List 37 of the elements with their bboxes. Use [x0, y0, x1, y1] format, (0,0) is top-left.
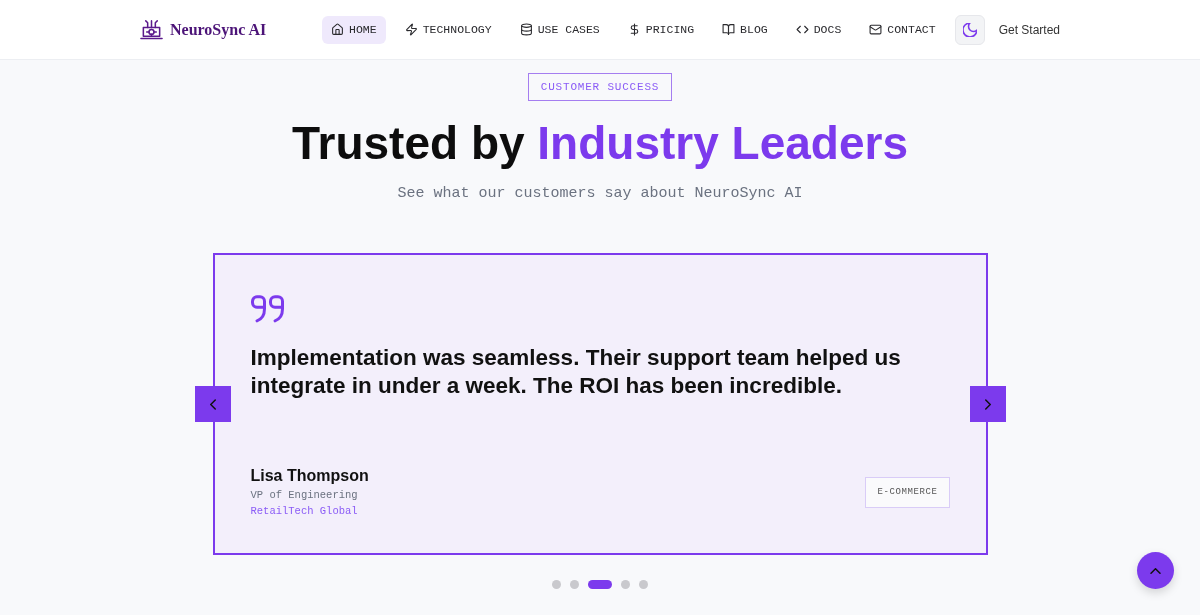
nav-link[interactable]: BLOG: [713, 15, 777, 44]
brand-name[interactable]: NeuroSync AI: [170, 20, 267, 39]
chevron-right-icon: [984, 398, 991, 410]
laptop-circuit-icon: [140, 18, 163, 41]
section-heading: Trusted by Industry Leaders: [291, 116, 909, 171]
nav-link[interactable]: USE CASES: [510, 15, 609, 44]
testimonial-quote: Implementation was seamless. Their support team helped us integrate in under a week. The ROI has been incredible.: [250, 344, 902, 400]
nav-link[interactable]: HOME: [322, 15, 386, 44]
section-badge: CUSTOMER SUCCESS: [527, 73, 673, 101]
moon-icon: [962, 22, 977, 37]
carousel-dot[interactable]: [639, 580, 648, 589]
next-button[interactable]: [969, 386, 1006, 422]
nav-link[interactable]: TECHNOLOGY: [395, 15, 501, 44]
industry-tag: E-COMMERCE: [865, 476, 950, 508]
carousel-dot[interactable]: [570, 580, 579, 589]
quote-icon: [250, 295, 284, 323]
section-subtitle: See what our customers say about NeuroSync AI: [397, 184, 803, 204]
book-icon: [722, 23, 736, 36]
chevron-up-icon: [1150, 567, 1161, 574]
carousel-dot[interactable]: [552, 580, 561, 589]
previous-button[interactable]: [194, 386, 231, 422]
nav-link[interactable]: PRICING: [618, 15, 704, 44]
theme-toggle-button[interactable]: [954, 14, 985, 45]
carousel-dot[interactable]: [621, 580, 630, 589]
mail-icon: [869, 23, 883, 36]
code-icon: [795, 23, 809, 36]
nav-link[interactable]: CONTACT: [860, 15, 945, 44]
author-name: Lisa Thompson: [250, 466, 369, 486]
get-started-button[interactable]: Get Started: [998, 22, 1060, 37]
author-company: RetailTech Global: [250, 504, 359, 519]
home-icon: [331, 23, 345, 36]
nav-link[interactable]: DOCS: [786, 15, 851, 44]
database-icon: [519, 23, 533, 36]
lightning-icon: [404, 23, 418, 36]
scroll-to-top-button[interactable]: [1137, 552, 1174, 589]
author-role: VP of Engineering: [250, 488, 359, 503]
chevron-left-icon: [209, 398, 216, 410]
